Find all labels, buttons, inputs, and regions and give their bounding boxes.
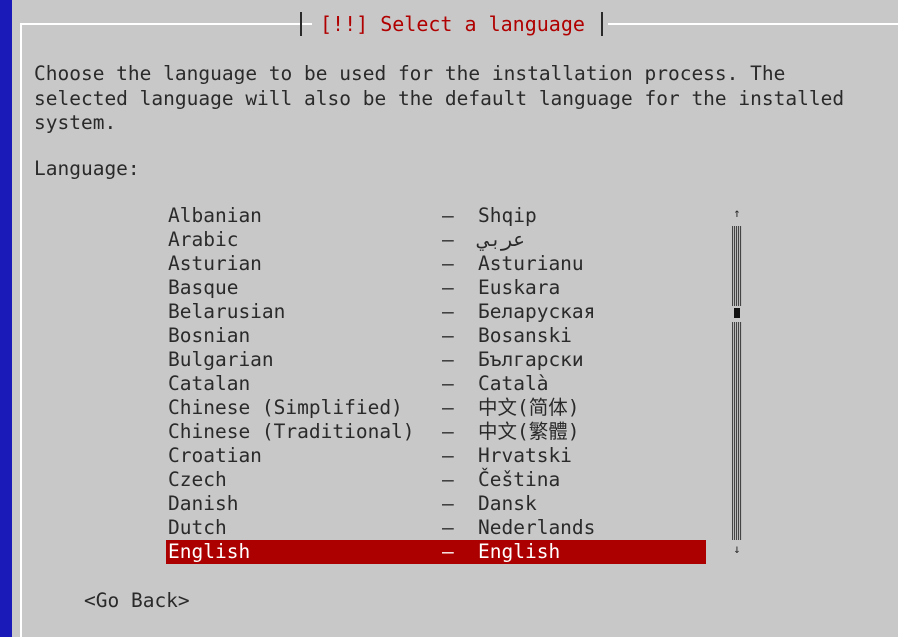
language-option[interactable]: Czech – Čeština	[166, 468, 706, 492]
language-list-scrollbar[interactable]: ↑ ↓	[730, 206, 744, 562]
scroll-up-arrow-icon[interactable]: ↑	[730, 206, 744, 220]
language-name: English	[168, 540, 251, 563]
language-dialog: [!!] Select a language Choose the langua…	[12, 0, 898, 637]
language-name: Belarusian	[168, 300, 286, 323]
language-native-name: Asturianu	[478, 252, 584, 275]
language-native-name: Čeština	[478, 468, 561, 491]
language-option[interactable]: Asturian – Asturianu	[166, 252, 706, 276]
language-native-name: Hrvatski	[478, 444, 572, 467]
language-native-name: 中文(简体)	[478, 396, 580, 419]
language-option[interactable]: Albanian – Shqip	[166, 204, 706, 228]
language-native-name: English	[478, 540, 561, 563]
language-native-name: Euskara	[478, 276, 561, 299]
language-native-name: Беларуская	[478, 300, 596, 323]
language-native-name: Български	[478, 348, 584, 371]
language-option[interactable]: Belarusian – Беларуская	[166, 300, 706, 324]
language-name: Dutch	[168, 516, 227, 539]
language-native-name: Bosanski	[478, 324, 572, 347]
language-separator: –	[442, 540, 454, 563]
dialog-title-bar: [!!] Select a language	[300, 10, 603, 38]
language-separator: –	[442, 204, 454, 227]
language-separator: –	[442, 276, 454, 299]
language-option[interactable]: Catalan – Català	[166, 372, 706, 396]
language-name: Asturian	[168, 252, 262, 275]
language-label: Language:	[34, 157, 140, 180]
dialog-title: [!!] Select a language	[320, 12, 585, 36]
language-option[interactable]: Bosnian – Bosanski	[166, 324, 706, 348]
language-option[interactable]: Chinese (Traditional) – 中文(繁體)	[166, 420, 706, 444]
language-name: Croatian	[168, 444, 262, 467]
dialog-frame-left	[20, 23, 22, 637]
language-separator: –	[442, 444, 454, 467]
language-option[interactable]: Dutch – Nederlands	[166, 516, 706, 540]
language-separator: –	[442, 396, 454, 419]
scroll-thumb[interactable]	[734, 308, 740, 318]
language-name: Albanian	[168, 204, 262, 227]
language-separator: –	[442, 324, 454, 347]
language-separator: –	[442, 516, 454, 539]
go-back-button[interactable]: <Go Back>	[84, 589, 190, 613]
scroll-track-lower[interactable]	[732, 322, 742, 540]
language-option[interactable]: Arabic – عربي	[166, 228, 706, 252]
language-name: Basque	[168, 276, 239, 299]
language-name: Chinese (Traditional)	[168, 420, 415, 443]
language-name: Danish	[168, 492, 239, 515]
dialog-prompt: Choose the language to be used for the i…	[34, 62, 845, 134]
language-native-name: Català	[478, 372, 549, 395]
language-native-name: عربي	[478, 228, 525, 251]
language-option[interactable]: Danish – Dansk	[166, 492, 706, 516]
language-separator: –	[442, 228, 454, 251]
language-separator: –	[442, 252, 454, 275]
dialog-frame-top-left	[20, 23, 312, 25]
language-name: Czech	[168, 468, 227, 491]
title-bracket-right	[600, 12, 603, 36]
language-option[interactable]: Basque – Euskara	[166, 276, 706, 300]
dialog-frame-top-right	[608, 23, 898, 25]
language-separator: –	[442, 300, 454, 323]
language-option-selected[interactable]: English – English	[166, 540, 706, 564]
language-separator: –	[442, 372, 454, 395]
language-native-name: Shqip	[478, 204, 537, 227]
scroll-track-upper[interactable]	[732, 226, 742, 306]
language-name: Chinese (Simplified)	[168, 396, 403, 419]
language-option[interactable]: Chinese (Simplified) – 中文(简体)	[166, 396, 706, 420]
language-name: Arabic	[168, 228, 239, 251]
language-separator: –	[442, 420, 454, 443]
language-separator: –	[442, 348, 454, 371]
language-name: Bulgarian	[168, 348, 274, 371]
language-native-name: Dansk	[478, 492, 537, 515]
language-name: Bosnian	[168, 324, 251, 347]
language-list[interactable]: Albanian – Shqip Arabic – عربي Asturian – Asturi…	[166, 204, 706, 564]
language-native-name: Nederlands	[478, 516, 596, 539]
language-option[interactable]: Croatian – Hrvatski	[166, 444, 706, 468]
language-separator: –	[442, 492, 454, 515]
title-bracket-left	[300, 12, 302, 36]
language-name: Catalan	[168, 372, 251, 395]
language-native-name: 中文(繁體)	[478, 420, 580, 443]
language-separator: –	[442, 468, 454, 491]
language-option[interactable]: Bulgarian – Български	[166, 348, 706, 372]
scroll-down-arrow-icon[interactable]: ↓	[730, 542, 744, 556]
